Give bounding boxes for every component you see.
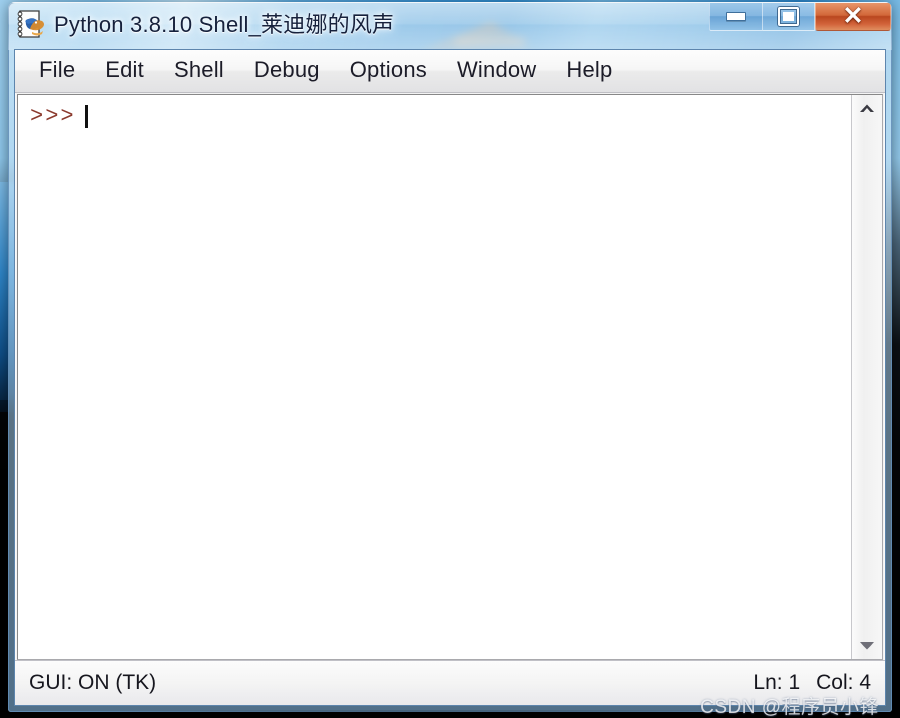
menu-item-window[interactable]: Window bbox=[442, 56, 551, 86]
python-idle-icon bbox=[14, 8, 48, 42]
menu-item-options[interactable]: Options bbox=[335, 56, 442, 86]
shell-editor-region: >>> bbox=[17, 94, 883, 660]
desktop: Python 3.8.10 Shell_莱迪娜的风声 ✕ File Edit S… bbox=[0, 0, 900, 718]
idle-shell-window: Python 3.8.10 Shell_莱迪娜的风声 ✕ File Edit S… bbox=[8, 2, 892, 718]
window-drop-shadow bbox=[10, 710, 890, 716]
scroll-down-button[interactable] bbox=[852, 633, 882, 659]
shell-text-area[interactable]: >>> bbox=[18, 95, 851, 659]
scrollbar-track[interactable] bbox=[852, 121, 882, 633]
gui-status-text: GUI: ON (TK) bbox=[29, 671, 157, 694]
menu-item-shell[interactable]: Shell bbox=[159, 56, 239, 86]
window-controls: ✕ bbox=[709, 3, 891, 31]
menu-item-edit[interactable]: Edit bbox=[90, 56, 159, 86]
maximize-restore-button[interactable] bbox=[762, 3, 815, 31]
menu-item-file[interactable]: File bbox=[29, 56, 90, 86]
line-indicator: Ln: 1 bbox=[753, 671, 801, 694]
statusbar: GUI: ON (TK) Ln: 1 Col: 4 CSDN @程序员小锋 bbox=[15, 660, 885, 718]
window-client-area: File Edit Shell Debug Options Window Hel… bbox=[14, 49, 886, 718]
window-titlebar[interactable]: Python 3.8.10 Shell_莱迪娜的风声 ✕ bbox=[8, 2, 892, 50]
maximize-icon bbox=[778, 7, 799, 26]
window-title: Python 3.8.10 Shell_莱迪娜的风声 bbox=[54, 12, 395, 37]
minimize-button[interactable] bbox=[709, 3, 762, 31]
shell-prompt-line: >>> bbox=[30, 103, 851, 129]
close-icon: ✕ bbox=[842, 2, 864, 30]
shell-prompt: >>> bbox=[30, 103, 76, 129]
menubar: File Edit Shell Debug Options Window Hel… bbox=[15, 50, 885, 93]
text-caret bbox=[84, 104, 88, 128]
minimize-icon bbox=[726, 12, 746, 21]
cursor-position-group: Ln: 1 Col: 4 bbox=[753, 671, 871, 695]
menu-item-debug[interactable]: Debug bbox=[239, 56, 335, 86]
menu-item-help[interactable]: Help bbox=[551, 56, 627, 86]
vertical-scrollbar[interactable] bbox=[851, 95, 882, 659]
column-indicator: Col: 4 bbox=[816, 671, 871, 694]
scroll-up-button[interactable] bbox=[852, 95, 882, 121]
chevron-down-icon bbox=[860, 642, 874, 650]
chevron-up-icon bbox=[860, 104, 874, 112]
close-button[interactable]: ✕ bbox=[815, 3, 891, 31]
